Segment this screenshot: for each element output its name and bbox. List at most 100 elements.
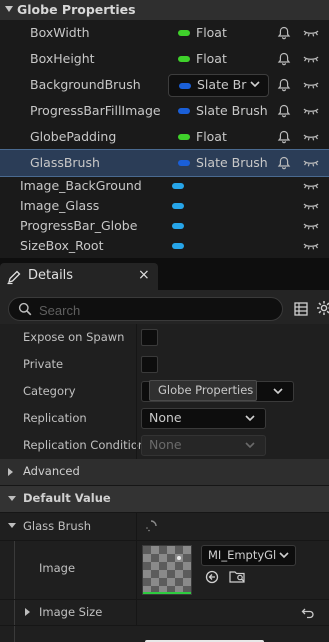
- column-divider: [136, 600, 137, 625]
- variable-row-boxwidth[interactable]: BoxWidth Float: [0, 20, 329, 46]
- tab-details[interactable]: Details ×: [0, 263, 158, 290]
- search-icon: [18, 302, 32, 316]
- image-asset-combo[interactable]: MI_EmptyGl: [201, 545, 296, 566]
- reset-to-default-icon[interactable]: [301, 605, 315, 619]
- struct-type-pill-icon: [178, 108, 190, 114]
- widget-row-image-background[interactable]: Image_BackGround: [0, 176, 329, 196]
- variable-type: Float: [196, 129, 227, 144]
- expose-on-spawn-checkbox[interactable]: [141, 329, 158, 346]
- float-type-pill-icon: [178, 134, 190, 140]
- replication-bell-icon[interactable]: [277, 156, 291, 170]
- indent-guide: [14, 626, 15, 642]
- visibility-eye-closed-icon[interactable]: [302, 239, 320, 253]
- variable-row-backgroundbrush[interactable]: BackgroundBrush Slate Br: [0, 72, 329, 98]
- column-divider: [136, 324, 137, 351]
- float-type-pill-icon: [178, 56, 190, 62]
- chevron-down-icon: [273, 388, 283, 395]
- object-type-pill-icon: [172, 203, 184, 209]
- variable-type: Slate Brush: [196, 155, 268, 170]
- details-panel: Expose on Spawn Private Category Globe P…: [0, 290, 329, 642]
- variable-row-boxheight[interactable]: BoxHeight Float: [0, 46, 329, 72]
- chevron-down-icon: [250, 81, 260, 88]
- image-thumbnail[interactable]: [142, 545, 192, 595]
- object-type-pill-icon: [172, 243, 184, 249]
- chevron-down-icon: [279, 552, 289, 559]
- column-divider: [136, 351, 137, 378]
- replication-bell-icon[interactable]: [277, 130, 291, 144]
- search-input[interactable]: [37, 300, 271, 320]
- widget-row-image-glass[interactable]: Image_Glass: [0, 196, 329, 216]
- variable-name: GlassBrush: [30, 155, 100, 170]
- replication-condition-combo: None: [141, 435, 266, 456]
- collapse-arrow-icon[interactable]: [8, 523, 16, 528]
- private-checkbox[interactable]: [141, 356, 158, 373]
- expand-arrow-icon[interactable]: [8, 468, 13, 476]
- visibility-eye-closed-icon[interactable]: [302, 52, 320, 66]
- replication-bell-icon[interactable]: [277, 78, 291, 92]
- collapse-arrow-icon[interactable]: [8, 496, 16, 501]
- replication-combo[interactable]: None: [141, 408, 266, 429]
- close-icon[interactable]: ×: [138, 267, 150, 283]
- replication-bell-icon[interactable]: [277, 52, 291, 66]
- struct-type-pill-icon: [178, 160, 190, 166]
- property-list: Expose on Spawn Private Category Globe P…: [0, 324, 329, 642]
- widget-row-sizebox-root[interactable]: SizeBox_Root: [0, 236, 329, 256]
- visibility-eye-closed-icon[interactable]: [302, 104, 320, 118]
- visibility-eye-closed-icon[interactable]: [302, 26, 320, 40]
- category-title: Globe Properties: [17, 2, 136, 17]
- widget-name: Image_Glass: [20, 198, 100, 213]
- property-row-replication: Replication None: [0, 405, 329, 433]
- variables-panel: Globe Properties BoxWidth Float BoxHeigh…: [0, 0, 329, 258]
- gear-icon[interactable]: [316, 300, 329, 316]
- visibility-eye-closed-icon[interactable]: [302, 156, 320, 170]
- property-label: Replication Condition: [23, 438, 146, 452]
- section-advanced[interactable]: Advanced: [0, 459, 329, 486]
- chevron-down-icon: [245, 415, 255, 422]
- visibility-eye-closed-icon[interactable]: [302, 179, 320, 193]
- section-default-value[interactable]: Default Value: [0, 486, 329, 513]
- visibility-eye-closed-icon[interactable]: [302, 78, 320, 92]
- expand-arrow-icon[interactable]: [25, 608, 30, 616]
- category-header-globe-properties[interactable]: Globe Properties: [0, 0, 329, 20]
- property-label: Private: [23, 357, 64, 371]
- replication-bell-icon[interactable]: [277, 26, 291, 40]
- property-row-image: Image MI_EmptyGl: [0, 541, 329, 600]
- float-type-pill-icon: [178, 30, 190, 36]
- section-label: Advanced: [23, 464, 80, 478]
- variable-row-glassbrush[interactable]: GlassBrush Slate Brush: [0, 149, 329, 177]
- property-row-private: Private: [0, 351, 329, 379]
- visibility-eye-closed-icon[interactable]: [302, 219, 320, 233]
- tab-label: Details: [28, 268, 74, 283]
- column-divider: [136, 541, 137, 599]
- variable-type-dropdown[interactable]: Slate Br: [168, 74, 269, 97]
- column-divider: [136, 513, 137, 540]
- variable-type: Float: [196, 25, 227, 40]
- thumbnail-highlight: [177, 556, 181, 560]
- variable-type: Slate Brush: [196, 103, 268, 118]
- property-row-image-size: Image Size: [0, 600, 329, 626]
- browse-asset-icon[interactable]: [229, 569, 247, 584]
- struct-type-pill-icon: [179, 83, 191, 89]
- visibility-eye-closed-icon[interactable]: [302, 199, 320, 213]
- property-label: Image Size: [39, 605, 103, 619]
- widget-row-progressbar-globe[interactable]: ProgressBar_Globe: [0, 216, 329, 236]
- property-label: Expose on Spawn: [23, 330, 125, 344]
- pencil-icon: [7, 270, 21, 285]
- visibility-eye-closed-icon[interactable]: [302, 130, 320, 144]
- property-label: Category: [23, 384, 76, 398]
- variable-name: ProgressBarFillImage: [30, 103, 161, 118]
- variable-row-progressbarfillimage[interactable]: ProgressBarFillImage Slate Brush: [0, 98, 329, 124]
- tooltip-text: Globe Properties: [158, 383, 254, 397]
- combo-value: None: [149, 410, 182, 425]
- object-type-pill-icon: [172, 223, 184, 229]
- object-type-pill-icon: [172, 183, 184, 189]
- table-view-icon[interactable]: [294, 302, 308, 316]
- property-label: Replication: [23, 411, 87, 425]
- expand-arrow-icon[interactable]: [5, 6, 13, 12]
- variable-name: BoxHeight: [30, 51, 95, 66]
- variable-row-globepadding[interactable]: GlobePadding Float: [0, 124, 329, 150]
- search-box[interactable]: [8, 297, 283, 321]
- replication-bell-icon[interactable]: [277, 104, 291, 118]
- combo-value: None: [149, 437, 182, 452]
- use-selected-asset-icon[interactable]: [205, 570, 219, 584]
